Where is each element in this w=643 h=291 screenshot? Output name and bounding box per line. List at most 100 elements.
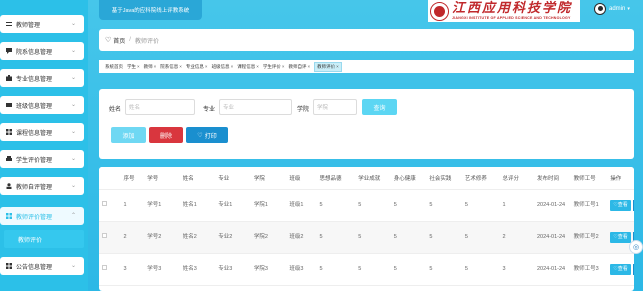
table-cell: 2	[120, 221, 145, 254]
tag-student[interactable]: 学生×	[127, 64, 140, 70]
sidebar-item-label: 教师评价管理	[16, 214, 53, 221]
table-header: 社会实践	[426, 167, 462, 190]
print-button[interactable]: ♡ 打印	[186, 127, 228, 143]
close-icon[interactable]: ×	[336, 64, 339, 69]
table-cell: 2024-01-24	[533, 253, 571, 286]
close-icon[interactable]: ×	[137, 64, 140, 69]
sidebar-item-course[interactable]: 课程信息管理 ⌄	[0, 123, 84, 141]
add-button[interactable]: 添加	[111, 127, 146, 143]
table-header: 学号	[144, 167, 180, 190]
chevron-down-icon: ⌄	[70, 263, 76, 269]
tag-home[interactable]: 系统首页	[105, 64, 123, 70]
table-header: 身心健康	[390, 167, 427, 190]
close-icon[interactable]: ×	[231, 64, 234, 69]
id-card-icon	[6, 102, 12, 108]
view-button[interactable]: ♡ 查看	[610, 263, 631, 275]
tag-label: 系统首页	[105, 63, 123, 69]
close-icon[interactable]: ×	[307, 64, 310, 69]
sidebar-item-label: 学生评价管理	[16, 157, 53, 164]
table-cell: 学号2	[144, 221, 180, 254]
sidebar: 教师管理 ⌄ 院系信息管理 ⌄ 专业信息管理 ⌄ 班级信息管理 ⌄ 课程信息管理…	[0, 0, 88, 291]
search-panel: 姓名 姓名 专业 专业 学院 学院 查询 添加 删除 ♡ 打印	[99, 89, 634, 159]
table-cell: 5	[461, 189, 500, 222]
sidebar-item-announcement[interactable]: 公告信息管理 ⌄	[0, 257, 84, 275]
username: admin	[609, 6, 626, 12]
tag-label: 课程信息	[237, 63, 256, 69]
sidebar-item-department[interactable]: 院系信息管理 ⌄	[0, 42, 84, 60]
sidebar-subitem-teacher-eval[interactable]: 教师评价	[4, 230, 84, 248]
grid-icon	[6, 129, 12, 135]
sidebar-item-major[interactable]: 专业信息管理 ⌄	[0, 69, 84, 87]
close-icon[interactable]: ×	[179, 64, 182, 69]
table-header: 专业	[215, 167, 251, 190]
tag-bar: 系统首页 学生× 教师× 院系信息× 专业信息× 班级信息× 课程信息× 学生评…	[99, 60, 634, 73]
close-icon[interactable]: ×	[256, 64, 259, 69]
chevron-up-icon: ⌃	[70, 213, 76, 219]
sidebar-item-class[interactable]: 班级信息管理 ⌄	[0, 96, 84, 114]
tag-teacher-eval[interactable]: 教师评价×	[314, 61, 342, 72]
table-cell: 学院2	[250, 221, 287, 254]
tag-label: 学生评价	[262, 63, 281, 69]
row-checkbox[interactable]	[102, 233, 107, 238]
close-icon[interactable]: ×	[282, 64, 285, 69]
chevron-down-icon: ⌄	[70, 21, 76, 27]
breadcrumb-current: 教师评价	[134, 38, 159, 45]
tag-course[interactable]: 课程信息×	[237, 64, 259, 70]
view-button[interactable]: ♡ 查看	[610, 199, 631, 211]
table-header: 序号	[120, 167, 145, 190]
sidebar-item-label: 教师自评管理	[16, 184, 53, 191]
row-checkbox-cell	[99, 221, 121, 254]
close-icon[interactable]: ×	[154, 64, 157, 69]
sidebar-subitem-label: 教师评价	[18, 237, 43, 244]
user-menu[interactable]: admin ▾	[594, 3, 630, 15]
sidebar-item-teacher-eval[interactable]: 教师评价管理 ⌃	[0, 207, 84, 225]
table-cell: 2024-01-24	[533, 221, 571, 254]
data-table: 序号 学号 姓名 专业 学院 班级 思想品德 学业成就 身心健康 社会实践 艺术…	[99, 167, 634, 291]
sliders-icon	[6, 21, 12, 27]
row-checkbox[interactable]	[102, 265, 107, 270]
breadcrumb-home[interactable]: 首页	[113, 36, 125, 45]
query-button[interactable]: 查询	[362, 99, 397, 115]
college-label: 学院	[297, 107, 310, 113]
tag-label: 教师自评	[288, 63, 307, 69]
floating-tool-button[interactable]: ◎	[629, 240, 643, 254]
table-cell: 5	[355, 189, 391, 222]
heart-icon[interactable]: ♡	[632, 199, 634, 211]
tag-student-eval[interactable]: 学生评价×	[263, 64, 285, 70]
table-cell: 学院3	[250, 253, 287, 286]
grid-icon	[6, 213, 12, 219]
major-input[interactable]: 专业	[219, 99, 292, 115]
table-header: 班级	[286, 167, 317, 190]
table-cell: 5	[390, 189, 427, 222]
tag-teacher[interactable]: 教师×	[144, 64, 157, 70]
table-cell: 学院1	[250, 189, 287, 222]
heart-icon[interactable]: ♡	[632, 263, 634, 275]
table-header: 学院	[250, 167, 287, 190]
row-checkbox-cell	[99, 189, 121, 222]
sidebar-item-teacher[interactable]: 教师管理 ⌄	[0, 15, 84, 33]
close-icon[interactable]: ×	[205, 64, 208, 69]
name-input[interactable]: 姓名	[125, 99, 195, 115]
college-input[interactable]: 学院	[313, 99, 357, 115]
sidebar-item-label: 教师管理	[16, 22, 41, 29]
caret-down-icon: ▾	[627, 6, 630, 12]
table-cell: 5	[355, 221, 391, 254]
tag-department[interactable]: 院系信息×	[160, 64, 182, 70]
view-button[interactable]: ♡ 查看	[610, 231, 631, 243]
row-checkbox[interactable]	[102, 201, 107, 206]
table-cell: 1	[120, 189, 145, 222]
tag-label: 专业信息	[185, 63, 204, 69]
sidebar-item-self-eval[interactable]: 教师自评管理 ⌄	[0, 177, 84, 195]
tag-major[interactable]: 专业信息×	[186, 64, 208, 70]
table-cell: 5	[461, 221, 500, 254]
heart-icon: ♡	[105, 37, 112, 44]
tag-class[interactable]: 班级信息×	[212, 64, 234, 70]
table-cell: 专业2	[215, 221, 251, 254]
table-cell: 2	[499, 221, 534, 254]
table-cell: 班级3	[286, 253, 317, 286]
sidebar-item-student-eval[interactable]: 学生评价管理 ⌄	[0, 150, 84, 168]
tag-self-eval[interactable]: 教师自评×	[288, 64, 310, 70]
table-header-row: 序号 学号 姓名 专业 学院 班级 思想品德 学业成就 身心健康 社会实践 艺术…	[99, 167, 634, 190]
table-row: 3 学号3 姓名3 专业3 学院3 班级3 5 5 5 5 5 3 2024-0…	[99, 253, 634, 286]
delete-button[interactable]: 删除	[149, 127, 183, 143]
